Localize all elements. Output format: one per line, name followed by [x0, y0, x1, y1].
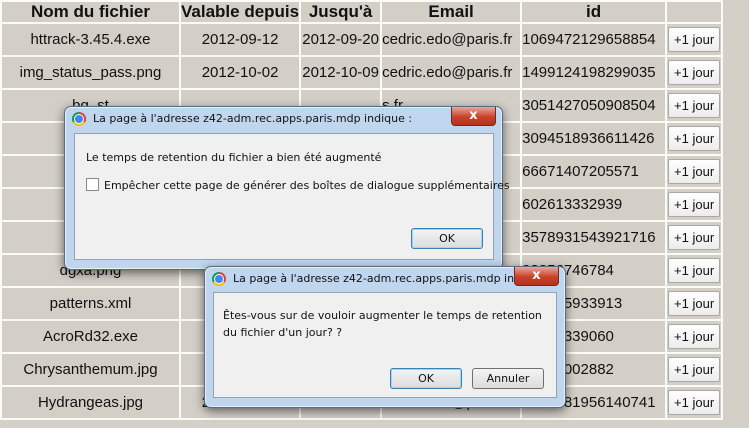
id-cell: 1069472129658854 — [522, 24, 666, 55]
alert-dialog-title: La page à l'adresse z42-adm.rec.apps.par… — [93, 112, 413, 125]
add-day-button[interactable]: +1 jour — [668, 324, 721, 349]
add-day-button[interactable]: +1 jour — [668, 258, 721, 283]
add-day-button[interactable]: +1 jour — [668, 390, 721, 415]
filename-cell: AcroRd32.exe — [2, 321, 179, 352]
suppress-dialogs-label: Empêcher cette page de générer des boîte… — [104, 179, 510, 192]
filename-cell: httrack-3.45.4.exe — [2, 24, 179, 55]
alert-ok-button[interactable]: OK — [411, 228, 483, 249]
action-cell: +1 jour — [667, 156, 722, 187]
action-cell: +1 jour — [667, 222, 722, 253]
header-valid-until: Jusqu'à — [301, 2, 381, 22]
action-cell: +1 jour — [667, 123, 722, 154]
table-row: img_status_pass.png 2012-10-02 2012-10-09 c… — [2, 57, 722, 88]
filename-cell: img_status_pass.png — [2, 57, 179, 88]
chrome-icon — [72, 112, 86, 126]
valid-until-cell: 2012-10-09 — [301, 57, 381, 88]
alert-dialog-body: Le temps de retention du fichier a bien … — [74, 133, 510, 260]
id-cell: 66671407205571 — [522, 156, 666, 187]
add-day-button[interactable]: +1 jour — [668, 225, 721, 250]
header-id: id — [522, 2, 666, 22]
action-cell: +1 jour — [667, 288, 722, 319]
add-day-button[interactable]: +1 jour — [668, 192, 721, 217]
confirm-dialog: La page à l'adresse z42-adm.rec.apps.par… — [204, 266, 566, 408]
confirm-dialog-title: La page à l'adresse z42-adm.rec.apps.par… — [233, 272, 515, 285]
confirm-dialog-titlebar[interactable]: La page à l'adresse z42-adm.rec.apps.par… — [205, 267, 565, 291]
add-day-button[interactable]: +1 jour — [668, 159, 721, 184]
email-cell: cedric.edo@paris.fr — [382, 24, 521, 55]
id-cell: 602613332939 — [522, 189, 666, 220]
add-day-button[interactable]: +1 jour — [668, 27, 721, 52]
alert-message: Le temps de retention du fichier a bien … — [86, 151, 382, 164]
alert-dialog-titlebar[interactable]: La page à l'adresse z42-adm.rec.apps.par… — [65, 107, 502, 131]
confirm-close-button[interactable]: x — [514, 267, 559, 286]
add-day-button[interactable]: +1 jour — [668, 357, 721, 382]
table-header-row: Nom du fichier Valable depuis Jusqu'à Em… — [2, 2, 722, 22]
valid-from-cell: 2012-10-02 — [181, 57, 300, 88]
table-row: httrack-3.45.4.exe 2012-09-12 2012-09-20 ce… — [2, 24, 722, 55]
header-filename: Nom du fichier — [2, 2, 179, 22]
action-cell: +1 jour — [667, 189, 722, 220]
action-cell: +1 jour — [667, 24, 722, 55]
action-cell: +1 jour — [667, 321, 722, 352]
id-cell: 1499124198299035 — [522, 57, 666, 88]
action-cell: +1 jour — [667, 255, 722, 286]
valid-from-cell: 2012-09-12 — [181, 24, 300, 55]
id-cell: 3578931543921716 — [522, 222, 666, 253]
confirm-message: Êtes-vous sur de vouloir augmenter le te… — [223, 309, 542, 339]
confirm-cancel-button[interactable]: Annuler — [472, 368, 544, 389]
suppress-dialogs-checkbox[interactable] — [86, 178, 99, 191]
alert-close-button[interactable]: x — [451, 107, 496, 126]
action-cell: +1 jour — [667, 354, 722, 385]
valid-until-cell: 2012-09-20 — [301, 24, 381, 55]
confirm-ok-button[interactable]: OK — [390, 368, 462, 389]
suppress-dialogs-option[interactable]: Empêcher cette page de générer des boîte… — [86, 178, 510, 192]
header-action — [667, 2, 722, 22]
confirm-dialog-body: Êtes-vous sur de vouloir augmenter le te… — [213, 292, 557, 398]
filename-cell: patterns.xml — [2, 288, 179, 319]
action-cell: +1 jour — [667, 57, 722, 88]
add-day-button[interactable]: +1 jour — [668, 60, 721, 85]
add-day-button[interactable]: +1 jour — [668, 93, 721, 118]
id-cell: 3094518936611426 — [522, 123, 666, 154]
chrome-icon — [212, 272, 226, 286]
filename-cell: Chrysanthemum.jpg — [2, 354, 179, 385]
email-cell: cedric.edo@paris.fr — [382, 57, 521, 88]
header-email: Email — [382, 2, 521, 22]
id-cell: 3051427050908504 — [522, 90, 666, 121]
action-cell: +1 jour — [667, 90, 722, 121]
add-day-button[interactable]: +1 jour — [668, 126, 721, 151]
header-valid-from: Valable depuis — [181, 2, 300, 22]
action-cell: +1 jour — [667, 387, 722, 418]
filename-cell: Hydrangeas.jpg — [2, 387, 179, 418]
alert-dialog: La page à l'adresse z42-adm.rec.apps.par… — [64, 106, 510, 270]
add-day-button[interactable]: +1 jour — [668, 291, 721, 316]
